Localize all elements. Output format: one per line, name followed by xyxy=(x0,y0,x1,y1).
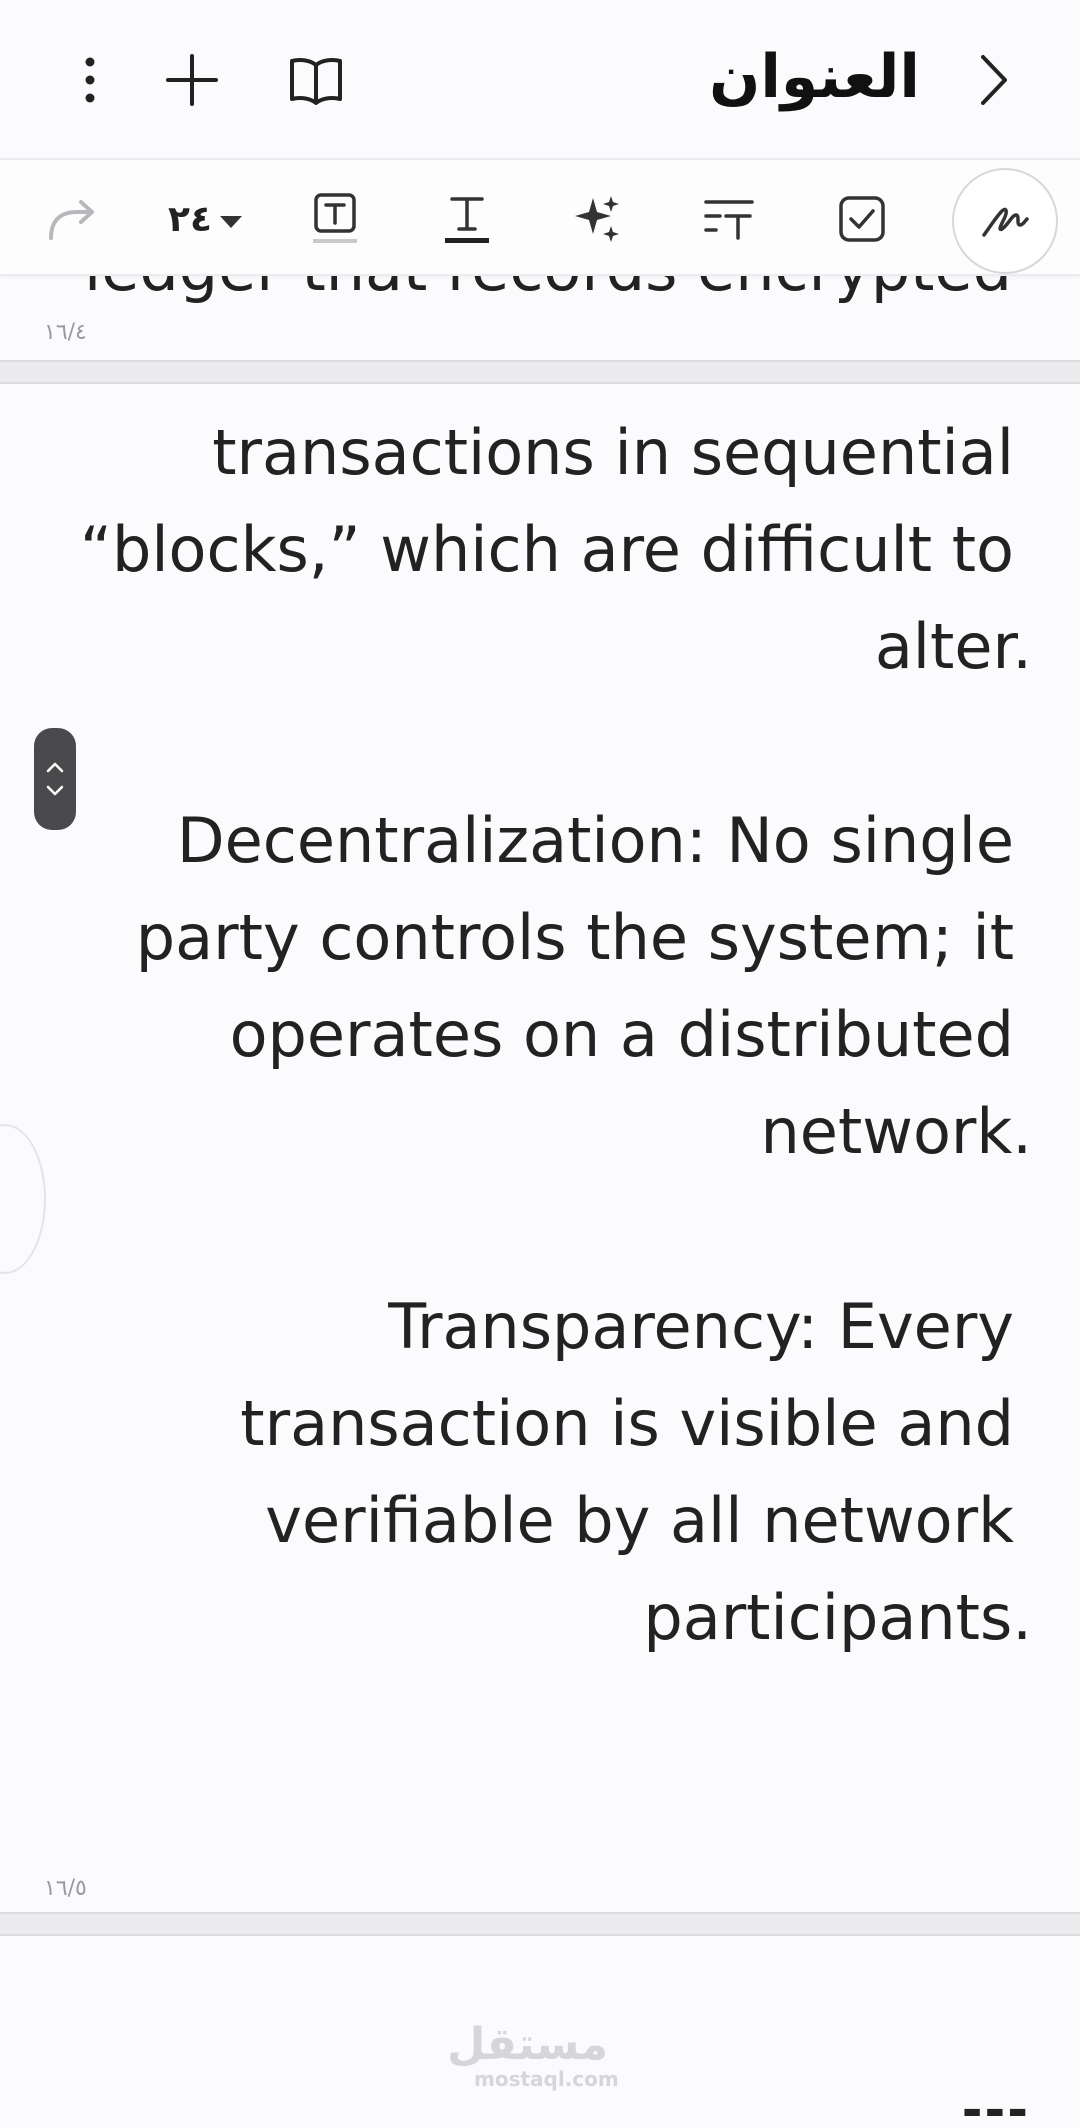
watermark-arabic: مستقل xyxy=(447,2019,608,2070)
text-line: participants. xyxy=(643,1581,1032,1654)
text-format-icon xyxy=(445,197,489,243)
text-style-icon xyxy=(704,200,754,240)
next-page-text: --- xyxy=(961,2081,1030,2128)
page-number-current: ١٦/٥ xyxy=(44,1876,87,1901)
page-separator xyxy=(0,1912,1080,1936)
note-title[interactable]: العنوان xyxy=(709,32,920,122)
text-style-button[interactable] xyxy=(684,174,774,264)
font-size-value: ٢٤ xyxy=(168,198,212,240)
text-box-icon xyxy=(313,193,357,243)
text-line: transaction is visible and xyxy=(240,1387,1014,1460)
text-format-button[interactable] xyxy=(422,174,512,264)
reading-mode-button[interactable] xyxy=(276,40,356,120)
ai-sparkle-icon xyxy=(575,196,619,242)
text-line: alter. xyxy=(874,610,1032,683)
redo-button[interactable] xyxy=(26,174,116,264)
chevron-up-icon xyxy=(46,762,64,773)
watermark: مستقل mostaql.com xyxy=(447,2019,619,2091)
text-line: Decentralization: No single xyxy=(176,804,1014,877)
checkbox-button[interactable] xyxy=(817,174,907,264)
redo-icon xyxy=(49,200,94,240)
current-page[interactable]: transactions in sequential “blocks,” whi… xyxy=(0,384,1080,1912)
checkbox-icon xyxy=(839,196,885,242)
pen-icon xyxy=(982,207,1029,237)
book-open-icon xyxy=(290,58,342,105)
more-options-button[interactable] xyxy=(50,40,130,120)
back-button[interactable] xyxy=(954,40,1034,120)
app-header: العنوان xyxy=(0,0,1080,158)
pen-mode-button[interactable] xyxy=(952,168,1058,274)
paragraph-2[interactable]: Decentralization: No single party contro… xyxy=(34,792,1032,1180)
note-editor: ledger that records encrypted ١٦/٤ trans… xyxy=(0,0,1080,2128)
text-line: party controls the system; it xyxy=(135,901,1014,974)
text-box-button[interactable] xyxy=(290,174,380,264)
chevron-right-icon xyxy=(981,55,1007,105)
watermark-latin: mostaql.com xyxy=(474,2067,619,2091)
fast-scroll-handle[interactable] xyxy=(34,728,76,830)
formatting-toolbar: ٢٤ xyxy=(0,158,1080,276)
text-line: network. xyxy=(760,1095,1033,1168)
text-line: transactions in sequential xyxy=(212,416,1014,489)
font-size-dropdown[interactable]: ٢٤ xyxy=(150,174,260,264)
page-number-prev: ١٦/٤ xyxy=(44,320,87,345)
text-line: verifiable by all network xyxy=(265,1484,1014,1557)
add-page-button[interactable] xyxy=(152,40,232,120)
plus-icon xyxy=(166,54,218,106)
ai-assist-button[interactable] xyxy=(553,174,643,264)
paragraph-1[interactable]: transactions in sequential “blocks,” whi… xyxy=(34,404,1032,695)
more-vertical-icon xyxy=(85,57,95,103)
chevron-down-icon xyxy=(46,785,64,796)
text-line: “blocks,” which are difficult to xyxy=(79,513,1014,586)
text-line: operates on a distributed xyxy=(229,998,1014,1071)
text-line: Transparency: Every xyxy=(388,1290,1014,1363)
paragraph-3[interactable]: Transparency: Every transaction is visib… xyxy=(34,1278,1032,1666)
caret-down-icon xyxy=(219,216,242,228)
page-separator xyxy=(0,360,1080,384)
